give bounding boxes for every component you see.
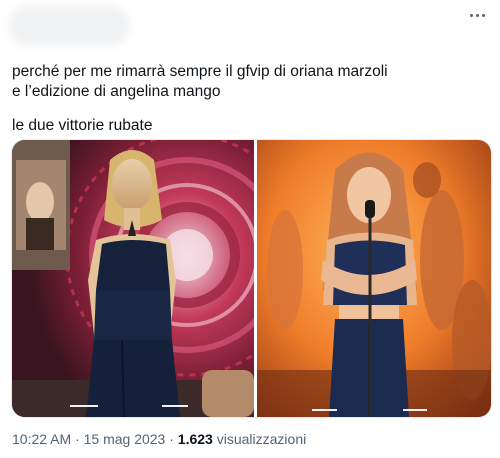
tweet-media[interactable] <box>11 139 492 418</box>
photo-right-image <box>257 140 491 417</box>
photo-left-image <box>12 140 254 417</box>
photo-left[interactable] <box>12 140 254 417</box>
tweet-date[interactable]: 15 mag 2023 <box>84 431 166 447</box>
tweet-line: le due vittorie rubate <box>12 117 153 134</box>
tweet-time[interactable]: 10:22 AM <box>12 431 71 447</box>
tweet-text: perché per me rimarrà sempre il gfvip di… <box>12 62 482 136</box>
more-dots-icon <box>469 13 473 17</box>
views-count: 1.623 <box>177 431 213 447</box>
meta-separator: · <box>169 431 174 447</box>
meta-separator: · <box>75 431 80 447</box>
photo-right[interactable] <box>257 140 491 417</box>
tweet-line: perché per me rimarrà sempre il gfvip di… <box>12 63 388 80</box>
more-options-button[interactable] <box>462 4 492 26</box>
tweet-meta: 10:22 AM · 15 mag 2023 · 1.623 visualizz… <box>12 431 306 447</box>
blurred-author-avatar <box>8 6 130 46</box>
tweet-line: e l’edizione di angelina mango <box>12 83 221 100</box>
views-label: visualizzazioni <box>216 431 307 447</box>
